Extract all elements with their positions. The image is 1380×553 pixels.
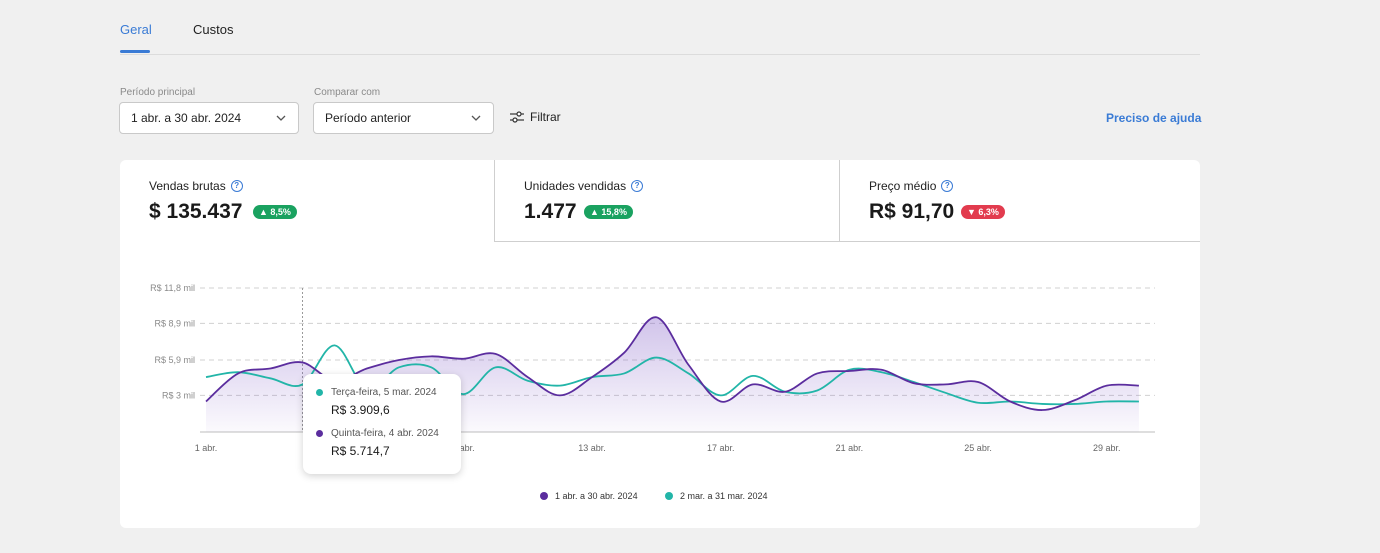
x-tick-label: 13 abr.	[578, 443, 606, 453]
legend-label: 1 abr. a 30 abr. 2024	[555, 491, 638, 501]
legend-item-current[interactable]: 1 abr. a 30 abr. 2024	[540, 491, 638, 501]
legend-item-previous[interactable]: 2 mar. a 31 mar. 2024	[665, 491, 768, 501]
x-tick-label: 21 abr.	[836, 443, 864, 453]
y-tick-label: R$ 8,9 mil	[154, 318, 195, 328]
y-tick-label: R$ 11,8 mil	[150, 283, 195, 293]
x-tick-label: 29 abr.	[1093, 443, 1121, 453]
series1-dot	[316, 430, 323, 437]
sales-line-chart: R$ 11,8 mil R$ 8,9 mil R$ 5,9 mil R$ 3 mil 1…	[150, 283, 1155, 453]
legend-label: 2 mar. a 31 mar. 2024	[680, 491, 768, 501]
chart-tooltip: Terça-feira, 5 mar. 2024 R$ 3.909,6 Quin…	[303, 374, 461, 474]
x-tick-label: 17 abr.	[707, 443, 735, 453]
tooltip-series2-label: Terça-feira, 5 mar. 2024	[331, 387, 437, 398]
tooltip-series1-label: Quinta-feira, 4 abr. 2024	[331, 428, 439, 439]
tooltip-series2-value: R$ 3.909,6	[331, 403, 390, 417]
series2-dot	[316, 389, 323, 396]
legend-swatch	[665, 492, 673, 500]
legend-swatch	[540, 492, 548, 500]
y-tick-label: R$ 5,9 mil	[154, 355, 195, 365]
x-tick-label: 1 abr.	[195, 443, 218, 453]
tooltip-series1-value: R$ 5.714,7	[331, 444, 390, 458]
x-tick-label: 25 abr.	[964, 443, 992, 453]
y-tick-label: R$ 3 mil	[162, 390, 195, 400]
